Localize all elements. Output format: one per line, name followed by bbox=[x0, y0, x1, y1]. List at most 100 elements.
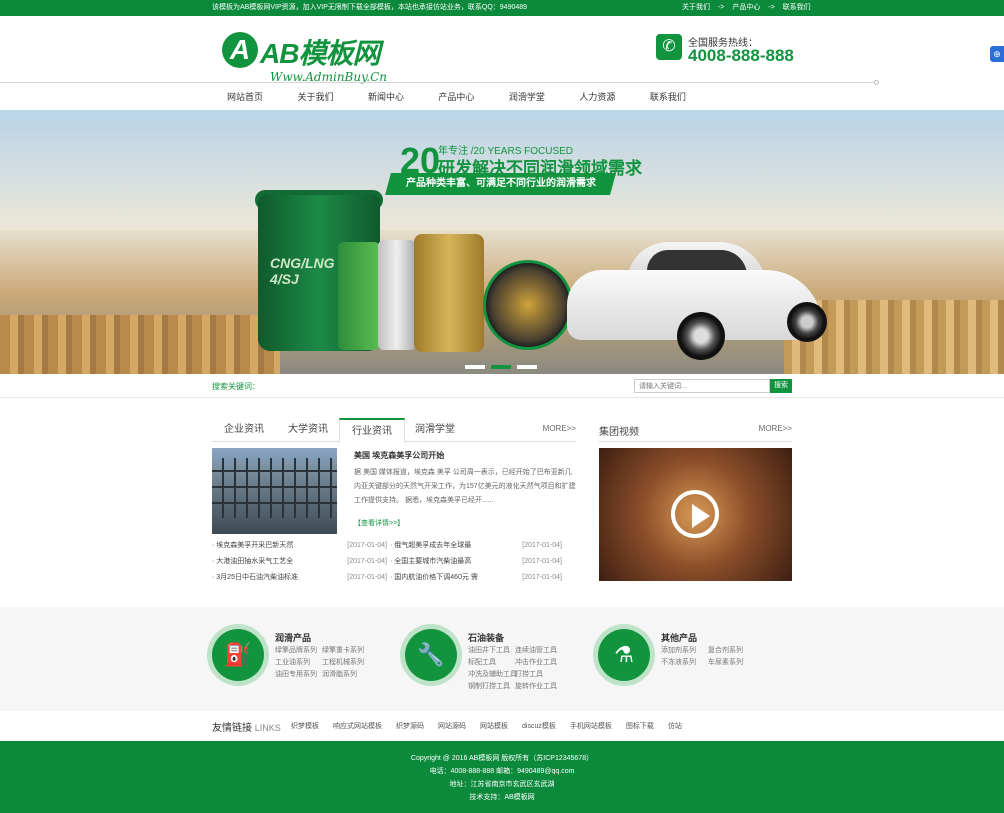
search-button[interactable]: 搜索 bbox=[770, 379, 792, 393]
nav-item-school[interactable]: 润滑学堂 bbox=[494, 84, 560, 110]
friend-link[interactable]: 网站源码 bbox=[438, 723, 466, 730]
flask-icon[interactable]: ⚗ bbox=[598, 629, 650, 681]
product-link[interactable]: 工程机械系列 bbox=[322, 657, 369, 669]
product-category-title[interactable]: 润滑产品 bbox=[275, 631, 311, 644]
car-wheel bbox=[677, 312, 725, 360]
friend-link[interactable]: 仿站 bbox=[668, 723, 682, 730]
list-item-title[interactable]: 俄气超美孚成去年全球最 bbox=[394, 542, 471, 549]
tab-company-news[interactable]: 企业资讯 bbox=[224, 418, 264, 442]
product-link[interactable]: 油田井下工具 bbox=[468, 645, 515, 657]
share-icon[interactable]: ⊕ bbox=[990, 46, 1004, 62]
product-link[interactable]: 连续油管工具 bbox=[515, 645, 562, 657]
product-link[interactable]: 油田专用系列 bbox=[275, 669, 322, 681]
top-link-about[interactable]: 关于我们 bbox=[682, 4, 710, 11]
tab-university-news[interactable]: 大学资讯 bbox=[288, 418, 328, 442]
product-link[interactable]: 绿擎重卡系列 bbox=[322, 645, 369, 657]
product-link[interactable]: 不冻液系列 bbox=[661, 657, 708, 669]
search-input[interactable] bbox=[634, 379, 770, 393]
product-link[interactable]: 润滑脂系列 bbox=[322, 669, 369, 681]
friend-links-list: 织梦模板 响应式网站模板 织梦源码 网站源码 网站模板 discuz模板 手机网站模板 图标下… bbox=[291, 721, 696, 731]
list-item[interactable]: · 埃克森美孚开采巴新天然 [2017-01-04] bbox=[212, 538, 387, 554]
nav-item-home[interactable]: 网站首页 bbox=[212, 84, 278, 110]
list-item-date: [2017-01-04] bbox=[522, 574, 562, 581]
friend-link[interactable]: 手机网站模板 bbox=[570, 723, 612, 730]
list-item-date: [2017-01-04] bbox=[347, 558, 387, 565]
hotline: ✆ 全国服务热线： 4008-888-888 bbox=[656, 34, 806, 78]
product-link[interactable]: 冲击作业工具 bbox=[515, 657, 562, 669]
footer-support: 技术支持：AB模板网 bbox=[469, 794, 535, 801]
nav-item-about[interactable]: 关于我们 bbox=[282, 84, 348, 110]
tab-lubrication-school[interactable]: 润滑学堂 bbox=[415, 418, 455, 442]
list-item-title[interactable]: 3月25日中石油汽柴油标准 bbox=[216, 574, 298, 581]
play-icon[interactable] bbox=[671, 490, 719, 538]
list-item-title[interactable]: 全国主要城市汽柴油最高 bbox=[394, 558, 471, 565]
footer: Copyright @ 2016 AB模板网 版权所有（苏ICP12345678… bbox=[0, 741, 1004, 813]
friend-link[interactable]: 图标下载 bbox=[626, 723, 654, 730]
product-link[interactable]: 绿擎品牌系列 bbox=[275, 645, 322, 657]
top-link-arrow: -> bbox=[717, 4, 725, 11]
friend-link[interactable]: 织梦源码 bbox=[396, 723, 424, 730]
top-bar: 该模板为AB模板网VIP资源，加入VIP无限制下载全部模板，本站也承接仿站业务，… bbox=[0, 0, 1004, 16]
friend-link[interactable]: 响应式网站模板 bbox=[333, 723, 382, 730]
nav-item-contact[interactable]: 联系我们 bbox=[635, 84, 701, 110]
tab-industry-news[interactable]: 行业资讯 bbox=[339, 418, 405, 443]
product-category-title[interactable]: 石油装备 bbox=[468, 631, 504, 644]
product-category-title[interactable]: 其他产品 bbox=[661, 631, 697, 644]
product-link[interactable]: 冲洗及辅助工具 bbox=[468, 669, 517, 681]
hero-banner[interactable]: 20 年专注 /20 YEARS FOCUSED 研发解决不同润滑领域需求 产品… bbox=[0, 110, 1004, 374]
product-links: 绿擎品牌系列 绿擎重卡系列工业油系列 工程机械系列油田专用系列 润滑脂系列 bbox=[275, 645, 405, 681]
news-thumbnail[interactable] bbox=[212, 448, 337, 534]
oil-can-icon[interactable]: ⛽ bbox=[212, 629, 264, 681]
product-link[interactable]: 旋转作业工具 bbox=[515, 681, 562, 693]
friend-link[interactable]: discuz模板 bbox=[522, 723, 556, 730]
list-item[interactable]: · 俄气超美孚成去年全球最 [2017-01-04] bbox=[390, 538, 562, 554]
product-link[interactable]: 添加剂系列 bbox=[661, 645, 708, 657]
friend-links-title: 友情链接 bbox=[212, 723, 252, 734]
product-link[interactable]: 钢制打捞工具 bbox=[468, 681, 515, 693]
video-more-link[interactable]: MORE>> bbox=[759, 424, 792, 433]
footer-copyright: Copyright @ 2016 AB模板网 版权所有（苏ICP12345678… bbox=[410, 755, 594, 762]
site-logo[interactable]: A AB模板网 Www.AdminBuy.Cn bbox=[222, 32, 387, 84]
product-link[interactable]: 工业油系列 bbox=[275, 657, 322, 669]
slider-dot[interactable] bbox=[465, 365, 485, 369]
news-tabs: 企业资讯 大学资讯 行业资讯 润滑学堂 MORE>> bbox=[212, 418, 576, 443]
engine-gear-image bbox=[483, 260, 573, 350]
list-item[interactable]: · 全国主要城市汽柴油最高 [2017-01-04] bbox=[390, 554, 562, 570]
list-item[interactable]: · 大港油田抽水采气工艺全 [2017-01-04] bbox=[212, 554, 387, 570]
list-item[interactable]: · 国内航油价格下调460元 需 [2017-01-04] bbox=[390, 570, 562, 586]
news-headline[interactable]: 美国 埃克森美孚公司开始 bbox=[354, 450, 444, 461]
list-item-title[interactable]: 埃克森美孚开采巴新天然 bbox=[216, 542, 293, 549]
nav-item-products[interactable]: 产品中心 bbox=[423, 84, 489, 110]
product-category: ⛽ 润滑产品 绿擎品牌系列 绿擎重卡系列工业油系列 工程机械系列油田专用系列 润滑脂系… bbox=[212, 629, 402, 689]
footer-contact: 电话：4008-888-888 邮箱：9490489@qq.com bbox=[429, 768, 575, 775]
news-list-right: · 俄气超美孚成去年全球最 [2017-01-04] · 全国主要城市汽柴油最高[… bbox=[390, 538, 562, 586]
friend-link[interactable]: 织梦模板 bbox=[291, 723, 319, 730]
gold-bottle-image bbox=[414, 234, 484, 352]
logo-text: AB模板网 bbox=[260, 38, 380, 69]
banner-ribbon-text: 产品种类丰富、可满足不同行业的润滑需求 bbox=[405, 178, 596, 189]
list-item-title[interactable]: 国内航油价格下调460元 需 bbox=[394, 574, 478, 581]
wrench-icon[interactable]: 🔧 bbox=[405, 629, 457, 681]
list-item[interactable]: · 3月25日中石油汽柴油标准 [2017-01-04] bbox=[212, 570, 387, 586]
nav-item-hr[interactable]: 人力资源 bbox=[564, 84, 630, 110]
product-link[interactable]: 车尿素系列 bbox=[708, 657, 755, 669]
list-item-date: [2017-01-04] bbox=[347, 574, 387, 581]
product-link[interactable]: 复合剂系列 bbox=[708, 645, 755, 657]
slider-dot[interactable] bbox=[517, 365, 537, 369]
top-link-products[interactable]: 产品中心 bbox=[732, 4, 760, 11]
list-item-date: [2017-01-04] bbox=[347, 542, 387, 549]
list-item-title[interactable]: 大港油田抽水采气工艺全 bbox=[216, 558, 293, 565]
play-triangle bbox=[692, 504, 710, 528]
news-more-link[interactable]: MORE>> bbox=[543, 424, 576, 433]
video-header: 集团视频 MORE>> bbox=[599, 418, 792, 442]
video-player[interactable] bbox=[599, 448, 792, 581]
product-link[interactable]: 标配工具 bbox=[468, 657, 515, 669]
top-link-contact[interactable]: 联系我们 bbox=[783, 4, 811, 11]
news-detail-link[interactable]: 【查看详情>>】 bbox=[354, 518, 404, 528]
product-links: 添加剂系列 复合剂系列不冻液系列 车尿素系列 bbox=[661, 645, 791, 669]
silver-bottle-image bbox=[378, 240, 416, 350]
product-link[interactable]: 打捞工具 bbox=[515, 669, 562, 681]
friend-link[interactable]: 网站模板 bbox=[480, 723, 508, 730]
slider-dot-active[interactable] bbox=[491, 365, 511, 369]
nav-item-news[interactable]: 新闻中心 bbox=[353, 84, 419, 110]
